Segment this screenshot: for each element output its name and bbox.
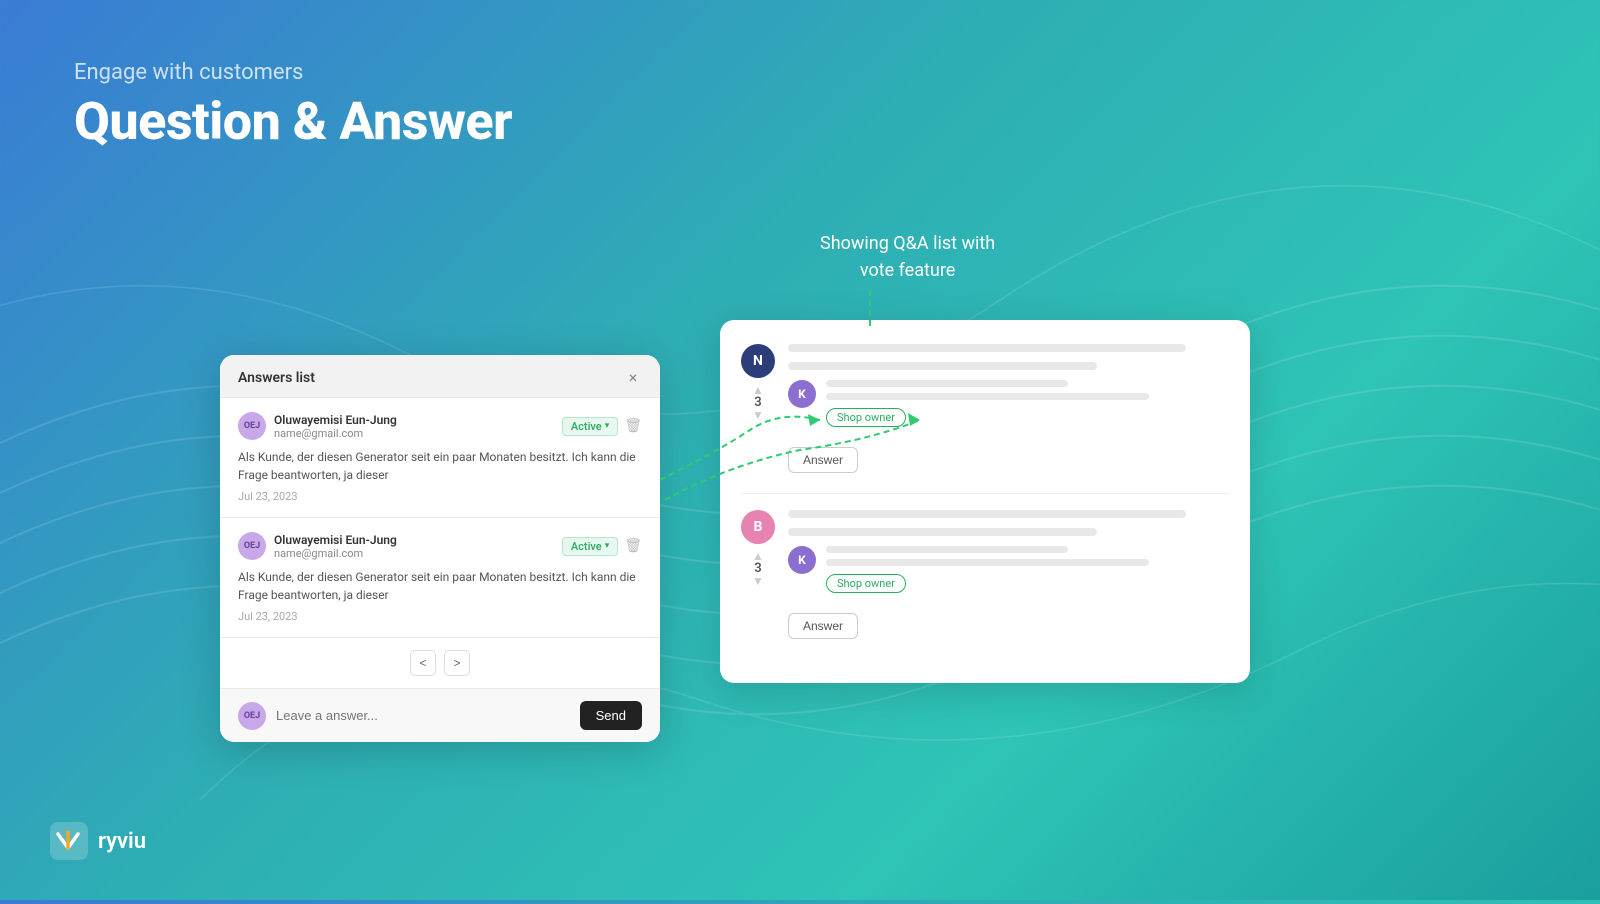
answer-bar <box>826 546 1068 553</box>
answer-user: OEJ Oluwayemisi Eun-Jung name@gmail.com <box>238 532 397 560</box>
answer-bar <box>826 559 1149 566</box>
answer-user: OEJ Oluwayemisi Eun-Jung name@gmail.com <box>238 412 397 440</box>
answer-button[interactable]: Answer <box>788 447 858 473</box>
vote-section: ▲ 3 ▼ <box>752 384 764 421</box>
answer-avatar: K <box>788 380 816 408</box>
qa-left: B ▲ 3 ▼ <box>740 510 776 587</box>
header-title: Question & Answer <box>74 91 512 152</box>
answer-bar <box>826 393 1149 400</box>
qa-answer-row: K Shop owner <box>788 546 1230 601</box>
qa-avatar: N <box>741 344 775 378</box>
qa-content: K Shop owner Answer <box>788 344 1230 473</box>
answer-item-header: OEJ Oluwayemisi Eun-Jung name@gmail.com … <box>238 532 642 560</box>
annotation: Showing Q&A list with vote feature <box>820 230 995 284</box>
answer-date: Jul 23, 2023 <box>238 610 642 623</box>
avatar: OEJ <box>238 532 266 560</box>
question-bar <box>788 510 1186 518</box>
avatar: OEJ <box>238 702 266 730</box>
qa-left: N ▲ 3 ▼ <box>740 344 776 421</box>
answer-text: Als Kunde, der diesen Generator seit ein… <box>238 448 642 484</box>
vote-down-icon[interactable]: ▼ <box>752 409 764 421</box>
qa-item: B ▲ 3 ▼ K Shop owner Answer <box>740 510 1230 639</box>
delete-icon[interactable]: 🗑 <box>624 538 642 554</box>
question-bar <box>788 344 1186 352</box>
delete-icon[interactable]: 🗑 <box>624 418 642 434</box>
qa-answer-row: K Shop owner <box>788 380 1230 435</box>
answer-date: Jul 23, 2023 <box>238 490 642 503</box>
user-email: name@gmail.com <box>274 547 397 560</box>
shop-owner-badge: Shop owner <box>826 408 906 427</box>
answer-input[interactable] <box>276 708 570 723</box>
user-info: Oluwayemisi Eun-Jung name@gmail.com <box>274 533 397 560</box>
chevron-down-icon: ▾ <box>605 421 610 431</box>
logo-section: ryviu <box>50 822 146 860</box>
header-section: Engage with customers Question & Answer <box>74 60 512 152</box>
send-button[interactable]: Send <box>580 701 642 730</box>
answer-text: Als Kunde, der diesen Generator seit ein… <box>238 568 642 604</box>
answer-input-area: OEJ Send <box>220 688 660 742</box>
answers-title: Answers list <box>238 370 315 386</box>
avatar: OEJ <box>238 412 266 440</box>
answer-button[interactable]: Answer <box>788 613 858 639</box>
header-subtitle: Engage with customers <box>74 60 512 85</box>
user-info: Oluwayemisi Eun-Jung name@gmail.com <box>274 413 397 440</box>
qa-item: N ▲ 3 ▼ K Shop owner Answer <box>740 344 1230 473</box>
qa-content: K Shop owner Answer <box>788 510 1230 639</box>
ryviu-logo-icon <box>50 822 88 860</box>
question-bar <box>788 528 1097 536</box>
close-button[interactable]: × <box>624 369 642 387</box>
vote-down-icon[interactable]: ▼ <box>752 575 764 587</box>
answer-actions: Active ▾ 🗑 <box>562 537 642 556</box>
shop-owner-badge: Shop owner <box>826 574 906 593</box>
qa-avatar: B <box>741 510 775 544</box>
pagination: < > <box>220 638 660 688</box>
chevron-down-icon: ▾ <box>605 541 610 551</box>
user-email: name@gmail.com <box>274 427 397 440</box>
answers-card: Answers list × OEJ Oluwayemisi Eun-Jung … <box>220 355 660 742</box>
answer-item: OEJ Oluwayemisi Eun-Jung name@gmail.com … <box>220 518 660 638</box>
qa-answer-content: Shop owner <box>826 546 1230 601</box>
next-page-button[interactable]: > <box>444 650 470 676</box>
user-name: Oluwayemisi Eun-Jung <box>274 533 397 547</box>
question-bar <box>788 362 1097 370</box>
answer-item-header: OEJ Oluwayemisi Eun-Jung name@gmail.com … <box>238 412 642 440</box>
annotation-line1: Showing Q&A list with <box>820 233 995 254</box>
qa-answer-content: Shop owner <box>826 380 1230 435</box>
answer-avatar: K <box>788 546 816 574</box>
prev-page-button[interactable]: < <box>410 650 436 676</box>
user-name: Oluwayemisi Eun-Jung <box>274 413 397 427</box>
qa-card: N ▲ 3 ▼ K Shop owner Answer <box>720 320 1250 683</box>
vote-section: ▲ 3 ▼ <box>752 550 764 587</box>
divider <box>740 493 1230 494</box>
status-badge[interactable]: Active ▾ <box>562 417 618 436</box>
annotation-line2: vote feature <box>860 260 955 281</box>
answer-actions: Active ▾ 🗑 <box>562 417 642 436</box>
answer-bar <box>826 380 1068 387</box>
status-badge[interactable]: Active ▾ <box>562 537 618 556</box>
logo-text: ryviu <box>98 829 146 854</box>
answers-header: Answers list × <box>220 355 660 398</box>
answer-item: OEJ Oluwayemisi Eun-Jung name@gmail.com … <box>220 398 660 518</box>
